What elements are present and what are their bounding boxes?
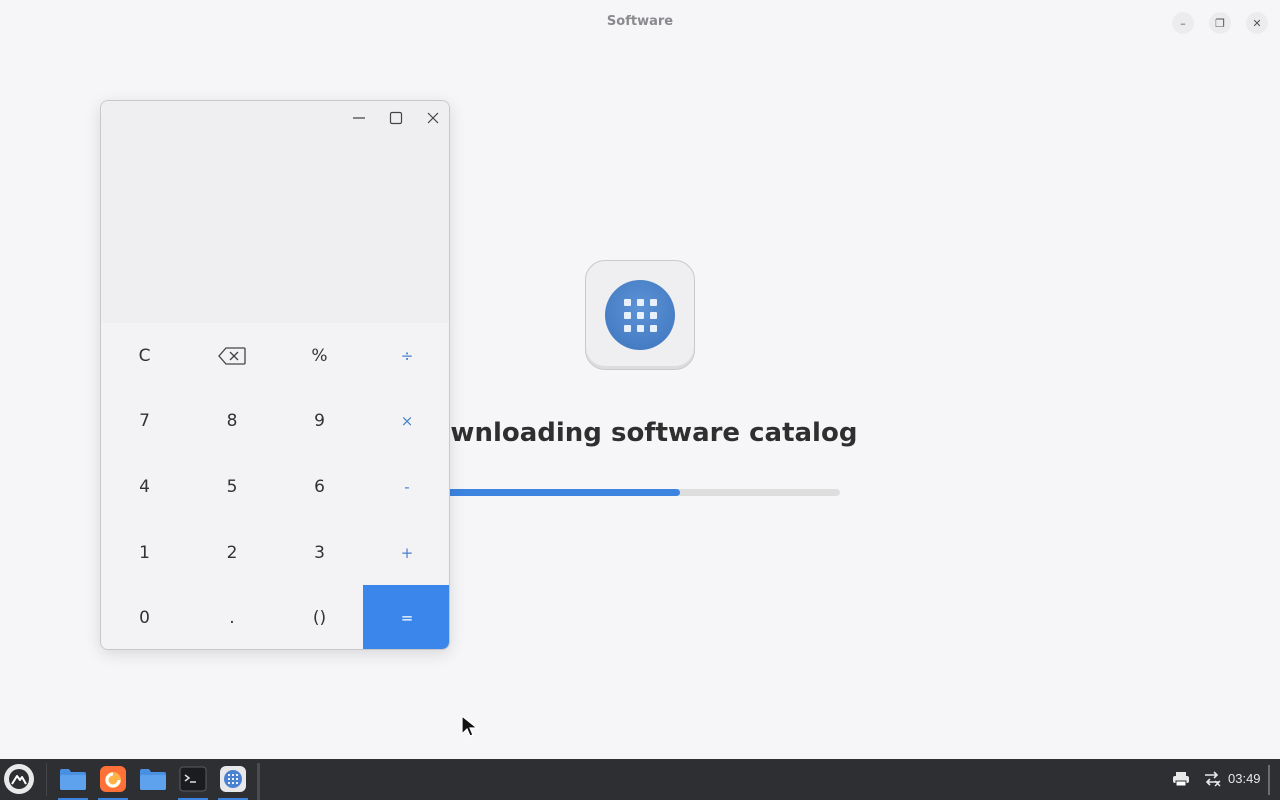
key-15[interactable]: +: [363, 520, 449, 586]
key-14[interactable]: 3: [276, 520, 363, 586]
key-19[interactable]: =: [363, 585, 449, 649]
key-9[interactable]: 5: [188, 454, 276, 520]
taskbar-files-button-2[interactable]: [138, 764, 168, 794]
key-5[interactable]: 8: [188, 389, 276, 455]
calculator-window: C% ÷ 7 8 9 × 4 5 6- 1 2 3 +0.() =: [100, 100, 450, 650]
key-8[interactable]: 4: [101, 454, 188, 520]
taskbar: 03:49: [0, 759, 1280, 800]
taskbar-divider: [257, 763, 260, 800]
taskbar-separator: [46, 763, 47, 796]
printer-icon: [1173, 772, 1189, 787]
taskbar-software-button[interactable]: [218, 764, 248, 800]
terminal-icon: [179, 766, 207, 792]
key-6[interactable]: 9: [276, 389, 363, 455]
status-heading: ownloading software catalog: [432, 418, 858, 448]
minimize-icon: –: [1180, 16, 1186, 30]
key-4[interactable]: 7: [101, 389, 188, 455]
calc-close-button[interactable]: [422, 109, 444, 127]
mouse-cursor-icon: [461, 715, 479, 737]
tray-printer-button[interactable]: [1171, 769, 1191, 789]
progress-bar: [440, 489, 840, 496]
key-16[interactable]: 0: [101, 585, 188, 649]
key-11[interactable]: -: [363, 454, 449, 520]
close-button[interactable]: ✕: [1246, 12, 1268, 34]
calculator-header: [101, 101, 449, 323]
maximize-icon: [389, 111, 403, 125]
taskbar-files-button[interactable]: [58, 764, 88, 800]
key-12[interactable]: 1: [101, 520, 188, 586]
close-icon: ✕: [1252, 16, 1262, 30]
key-3[interactable]: ÷: [363, 323, 449, 389]
key-7[interactable]: ×: [363, 389, 449, 455]
firefox-icon: [100, 766, 126, 792]
launcher-icon: [9, 769, 29, 789]
backspace-icon: [218, 347, 246, 365]
calculator-keypad: C% ÷ 7 8 9 × 4 5 6- 1 2 3 +0.() =: [101, 323, 449, 649]
key-2[interactable]: %: [276, 323, 363, 389]
launcher-button[interactable]: [4, 764, 34, 794]
folder-icon: [60, 769, 86, 790]
backspace-button[interactable]: [188, 323, 276, 389]
progress-fill: [440, 489, 680, 496]
app-grid-icon: [605, 280, 675, 350]
key-0[interactable]: C: [101, 323, 188, 389]
tray-network-button[interactable]: [1202, 769, 1222, 789]
software-icon: [220, 766, 246, 792]
key-18[interactable]: (): [276, 585, 363, 649]
maximize-icon: ❐: [1215, 16, 1225, 30]
taskbar-terminal-button[interactable]: [178, 764, 208, 800]
maximize-button[interactable]: ❐: [1209, 12, 1231, 34]
close-icon: [427, 112, 439, 124]
minimize-button[interactable]: –: [1172, 12, 1194, 34]
show-desktop-button[interactable]: [1268, 765, 1270, 795]
key-17[interactable]: .: [188, 585, 276, 649]
clock[interactable]: 03:49: [1228, 771, 1261, 786]
taskbar-firefox-button[interactable]: [98, 764, 128, 800]
window-title: Software: [606, 14, 674, 29]
key-10[interactable]: 6: [276, 454, 363, 520]
key-13[interactable]: 2: [188, 520, 276, 586]
calc-maximize-button[interactable]: [385, 109, 407, 127]
calc-minimize-button[interactable]: [348, 109, 370, 127]
folder-icon: [140, 769, 166, 790]
network-icon: [1205, 771, 1221, 787]
software-app-icon: [585, 260, 695, 370]
calculator-display: [121, 251, 431, 301]
minimize-icon: [353, 117, 365, 119]
